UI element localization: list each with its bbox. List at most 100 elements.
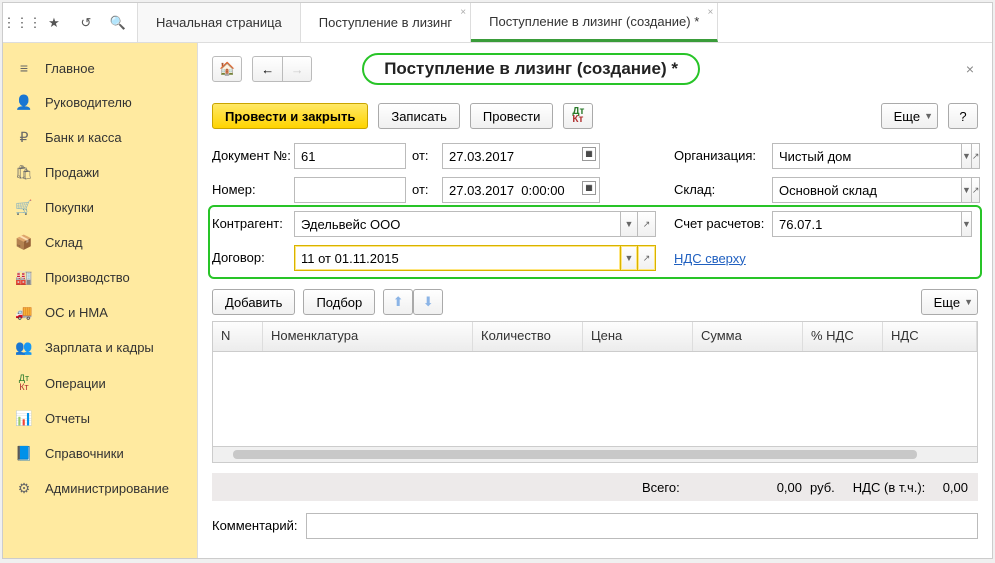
chevron-down-icon[interactable]: ▼ (961, 211, 972, 237)
date-input[interactable] (442, 143, 600, 169)
open-icon[interactable]: ↗ (638, 245, 656, 271)
currency-label: руб. (810, 480, 835, 495)
total-label: Всего: (642, 480, 702, 495)
title-row: 🏠 ←→ Поступление в лизинг (создание) * × (212, 53, 978, 85)
star-icon[interactable]: ★ (45, 14, 63, 32)
comment-input[interactable] (306, 513, 979, 539)
sidebar-item-reports[interactable]: 📊Отчеты (3, 401, 197, 436)
chevron-down-icon[interactable]: ▼ (620, 211, 638, 237)
cart-icon: 🛒 (15, 199, 33, 216)
toolbar-icons: ⋮⋮⋮ ★ ↺ 🔍 (3, 3, 138, 42)
sidebar-item-main[interactable]: ≡Главное (3, 51, 197, 85)
open-icon[interactable]: ↗ (638, 211, 656, 237)
pick-button[interactable]: Подбор (303, 289, 375, 315)
table-more-button[interactable]: Еще▼ (921, 289, 978, 315)
warehouse-label: Склад: (674, 177, 772, 203)
add-button[interactable]: Добавить (212, 289, 295, 315)
contract-combo[interactable]: ▼↗ (294, 245, 656, 271)
counterparty-combo[interactable]: ▼↗ (294, 211, 656, 237)
apps-icon[interactable]: ⋮⋮⋮ (13, 14, 31, 32)
col-nomenclature[interactable]: Номенклатура (263, 322, 473, 351)
h-scrollbar[interactable] (213, 446, 977, 462)
tab-start[interactable]: Начальная страница (138, 3, 301, 42)
account-combo[interactable]: ▼ (772, 211, 882, 237)
sidebar-item-manager[interactable]: 👤Руководителю (3, 85, 197, 120)
dtkt-icon: ДтКт (15, 374, 33, 392)
post-close-button[interactable]: Провести и закрыть (212, 103, 368, 129)
col-n[interactable]: N (213, 322, 263, 351)
search-icon[interactable]: 🔍 (109, 14, 127, 32)
vat-total-value: 0,00 (925, 480, 978, 495)
doc-no-label: Документ №: (212, 143, 294, 169)
tab-leasing[interactable]: Поступление в лизинг× (301, 3, 471, 42)
bag-icon: 🛍 (15, 164, 33, 181)
sidebar-item-sales[interactable]: 🛍Продажи (3, 155, 197, 190)
from-label-2: от: (412, 177, 442, 203)
col-price[interactable]: Цена (583, 322, 693, 351)
col-vat[interactable]: НДС (883, 322, 977, 351)
sidebar-item-hr[interactable]: 👥Зарплата и кадры (3, 330, 197, 365)
vat-mode-link[interactable]: НДС сверху (674, 251, 772, 266)
col-qty[interactable]: Количество (473, 322, 583, 351)
content: 🏠 ←→ Поступление в лизинг (создание) * ×… (198, 43, 992, 558)
truck-icon: 🚚 (15, 304, 33, 321)
sidebar: ≡Главное 👤Руководителю ₽Банк и касса 🛍Пр… (3, 43, 198, 558)
number-input[interactable] (294, 177, 406, 203)
sidebar-item-assets[interactable]: 🚚ОС и НМА (3, 295, 197, 330)
totals-bar: Всего: 0,00 руб. НДС (в т.ч.): 0,00 (212, 473, 978, 501)
book-icon: 📘 (15, 445, 33, 462)
close-icon[interactable]: × (460, 7, 466, 18)
col-sum[interactable]: Сумма (693, 322, 803, 351)
action-bar: Провести и закрыть Записать Провести ДтК… (212, 103, 978, 129)
sidebar-item-bank[interactable]: ₽Банк и касса (3, 120, 197, 155)
forward-button[interactable]: → (282, 56, 312, 82)
table-toolbar: Добавить Подбор ⬆ ⬇ Еще▼ (212, 289, 978, 315)
sidebar-item-warehouse[interactable]: 📦Склад (3, 225, 197, 260)
chevron-down-icon: ▼ (924, 111, 933, 121)
org-combo[interactable]: ▼↗ (772, 143, 978, 169)
scroll-thumb[interactable] (233, 450, 917, 459)
table-body[interactable] (213, 352, 977, 446)
row-counterparty: Контрагент: ▼↗ Счет расчетов: ▼ (212, 211, 978, 237)
chart-icon: 📊 (15, 410, 33, 427)
tab-leasing-create[interactable]: Поступление в лизинг (создание) *× (471, 3, 718, 42)
move-up-button[interactable]: ⬆ (383, 289, 413, 315)
home-button[interactable]: 🏠 (212, 56, 242, 82)
dtkt-button[interactable]: ДтКт (563, 103, 593, 129)
save-button[interactable]: Записать (378, 103, 460, 129)
sidebar-item-purchases[interactable]: 🛒Покупки (3, 190, 197, 225)
chevron-down-icon[interactable]: ▼ (620, 245, 638, 271)
open-icon[interactable]: ↗ (972, 143, 981, 169)
more-button[interactable]: Еще▼ (881, 103, 938, 129)
from-label: от: (412, 143, 442, 169)
calendar-icon[interactable]: ▦ (582, 181, 596, 195)
number-label: Номер: (212, 177, 294, 203)
close-button[interactable]: × (962, 61, 978, 77)
doc-no-input[interactable] (294, 143, 406, 169)
open-icon[interactable]: ↗ (972, 177, 981, 203)
back-button[interactable]: ← (252, 56, 282, 82)
sidebar-item-production[interactable]: 🏭Производство (3, 260, 197, 295)
history-icon[interactable]: ↺ (77, 14, 95, 32)
help-button[interactable]: ? (948, 103, 978, 129)
close-icon[interactable]: × (707, 7, 713, 18)
row-number: Номер: от: ▦ Склад: ▼↗ (212, 177, 978, 203)
sidebar-item-operations[interactable]: ДтКтОперации (3, 365, 197, 401)
move-down-button[interactable]: ⬇ (413, 289, 443, 315)
people-icon: 👥 (15, 339, 33, 356)
calendar-icon[interactable]: ▦ (582, 147, 596, 161)
highlighted-form-area: Контрагент: ▼↗ Счет расчетов: ▼ Договор:… (208, 205, 982, 279)
box-icon: 📦 (15, 234, 33, 251)
col-vat-pct[interactable]: % НДС (803, 322, 883, 351)
table-header: N Номенклатура Количество Цена Сумма % Н… (213, 322, 977, 352)
post-button[interactable]: Провести (470, 103, 554, 129)
total-value: 0,00 (702, 480, 802, 495)
sidebar-item-catalog[interactable]: 📘Справочники (3, 436, 197, 471)
warehouse-combo[interactable]: ▼↗ (772, 177, 978, 203)
row-doc-no: Документ №: от: ▦ Организация: ▼↗ (212, 143, 978, 169)
sidebar-item-admin[interactable]: ⚙Администрирование (3, 471, 197, 506)
tab-bar: ⋮⋮⋮ ★ ↺ 🔍 Начальная страница Поступление… (3, 3, 992, 43)
chevron-down-icon[interactable]: ▼ (961, 143, 972, 169)
datetime-input[interactable] (442, 177, 600, 203)
chevron-down-icon[interactable]: ▼ (961, 177, 972, 203)
